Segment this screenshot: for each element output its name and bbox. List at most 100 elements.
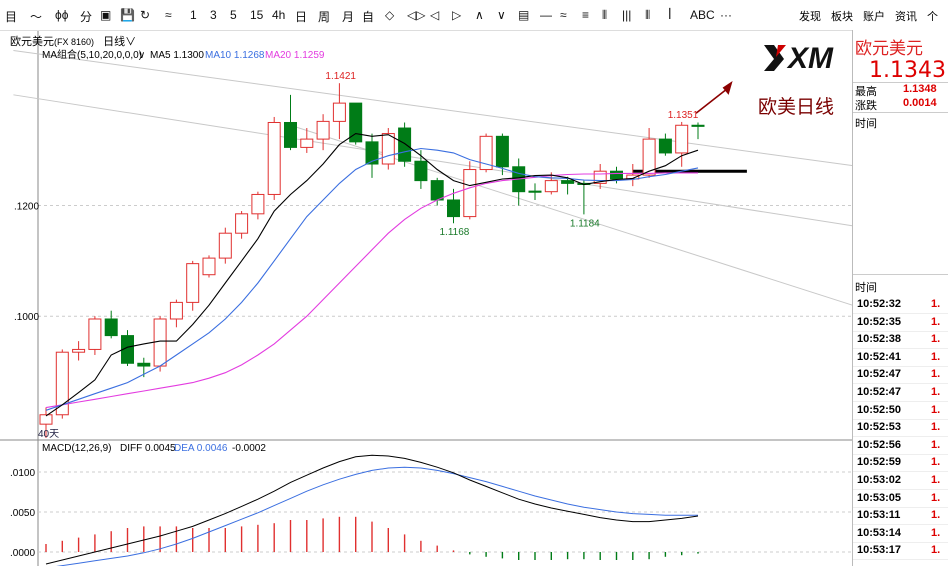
period-count-label: 40天 (38, 429, 59, 440)
candle-body (218, 232, 232, 259)
tick-time: 10:53:05 (857, 491, 902, 504)
tick-price: 1. (931, 438, 941, 451)
toolbar-button-27[interactable]: ⫴ (602, 8, 607, 23)
candle-body (544, 180, 558, 193)
toolbar-button-18[interactable]: ◁▷ (407, 8, 425, 22)
toolbar-button-25[interactable]: ≈ (560, 8, 567, 22)
candle-body (186, 263, 200, 303)
toolbar-button-19[interactable]: ◁ (430, 8, 439, 22)
macd-legend-item: MACD(12,26,9) (42, 443, 111, 454)
toolbar-button-4[interactable]: ▣ (100, 8, 111, 22)
tick-row: 10:52:35 1. (853, 314, 948, 332)
tick-row: 10:52:59 1. (853, 454, 948, 473)
toolbar-button-21[interactable]: ∧ (475, 8, 484, 22)
tick-time: 10:52:32 (857, 298, 902, 310)
daily-chart-label: 欧美日线 (758, 96, 835, 118)
toolbar-button-31[interactable]: ABC (690, 8, 715, 22)
tick-row: 10:52:47 1. (853, 366, 948, 385)
price-annotation: 1.1168 (440, 227, 470, 238)
price-annotation: 1.1184 (570, 218, 600, 229)
toolbar-button-5[interactable]: 💾 (120, 8, 135, 22)
price-annotation: 1.1421 (325, 71, 356, 82)
toolbar-button-24[interactable]: — (540, 8, 552, 22)
toolbar-button-13[interactable]: 日 (295, 8, 307, 25)
ma-legend-item: MA组合(5,10,20,0,0,0) (42, 48, 142, 61)
macd-legend-item: DIFF 0.0045 (120, 443, 176, 454)
toolbar-button-30[interactable]: ꟾ (668, 8, 672, 22)
toolbar-button-9[interactable]: 3 (210, 8, 217, 22)
tick-price: 1. (931, 421, 941, 434)
toolbar-button-3[interactable]: 分 (80, 8, 92, 25)
price-chart[interactable]: .1200.1000.0100.0050.00001.14211.11681.1… (0, 0, 948, 566)
tick-price: 1. (931, 491, 941, 504)
toolbar-button-7[interactable]: ≈ (165, 8, 172, 22)
toolbar-button-16[interactable]: 自 (362, 8, 374, 25)
tick-time: 10:53:17 (857, 544, 902, 557)
tick-price: 1. (931, 526, 941, 539)
candle-body (691, 124, 705, 127)
tick-price: 1. (931, 509, 941, 522)
tick-time: 10:52:38 (857, 333, 902, 346)
toolbar-button-28[interactable]: ||| (622, 8, 631, 22)
toolbar-button-14[interactable]: 周 (318, 8, 330, 25)
period-select[interactable]: 日线∨ (103, 36, 136, 48)
change-label: 涨跌 (855, 100, 877, 112)
candle-body (414, 160, 428, 182)
tick-time: 10:52:56 (857, 438, 902, 451)
toolbar-button-17[interactable]: ◇ (385, 8, 394, 22)
symbol-name[interactable]: 欧元美元 (10, 36, 54, 48)
tick-row: 10:52:38 1. (853, 331, 948, 350)
high-value: 1.1348 (903, 83, 937, 95)
toolbar-button-20[interactable]: ▷ (452, 8, 461, 22)
nav-0[interactable]: 发现 (799, 11, 821, 23)
tick-row: 10:53:02 1. (853, 472, 948, 490)
tick-price: 1. (931, 350, 941, 363)
tick-time: 10:52:59 (857, 456, 902, 469)
time-header: 时间 (855, 118, 877, 130)
macd-y-tick-label: .0100 (10, 468, 35, 479)
quote-symbol-name: 欧元美元 (855, 39, 923, 59)
toolbar-button-26[interactable]: ≡ (582, 8, 589, 22)
candle-body (495, 135, 509, 168)
tick-row: 10:52:56 1. (853, 437, 948, 455)
tick-row: 10:53:05 1. (853, 490, 948, 508)
candle-body (381, 133, 395, 165)
tick-row: 10:52:47 1. (853, 384, 948, 402)
candle-body (447, 199, 460, 218)
candle-body (561, 180, 575, 184)
toolbar-button-10[interactable]: 5 (230, 8, 237, 22)
nav-1[interactable]: 板块 (831, 11, 853, 23)
toolbar-button-12[interactable]: 4h (272, 8, 285, 22)
candle-body (316, 120, 330, 140)
candle-body (251, 193, 265, 215)
toolbar-button-11[interactable]: 15 (250, 8, 263, 22)
toolbar-button-22[interactable]: ∨ (497, 8, 506, 22)
tick-row: 10:53:11 1. (853, 507, 948, 526)
toolbar-button-1[interactable]: 〜 (30, 8, 42, 25)
nav-3[interactable]: 资讯 (895, 11, 917, 23)
quote-panel: 欧元美元 1.1343 最高 1.1348 涨跌 0.0014 时间 时间 10… (852, 30, 948, 566)
tick-price: 1. (931, 315, 941, 328)
xm-logo: XM (758, 37, 842, 75)
nav-2[interactable]: 账户 (863, 11, 885, 23)
tick-time: 10:52:50 (857, 403, 902, 416)
tick-row: 10:52:41 1. (853, 349, 948, 367)
toolbar-button-8[interactable]: 1 (190, 8, 197, 22)
toolbar-button-0[interactable]: 目 (5, 8, 17, 25)
tick-price: 1. (931, 298, 941, 310)
toolbar-button-2[interactable]: ϕϕ (55, 8, 68, 22)
toolbar-button-29[interactable]: ⦀ (645, 8, 650, 23)
nav-4[interactable]: 个 (927, 11, 938, 23)
toolbar-button-32[interactable]: ··· (720, 8, 732, 22)
toolbar-button-23[interactable]: ▤ (518, 8, 529, 22)
candle-body (39, 414, 53, 425)
tick-row: 10:53:14 1. (853, 525, 948, 543)
ma-legend-item: MA5 1.1300 (150, 50, 204, 61)
logo-text: XM (786, 42, 834, 75)
tick-row: 10:52:50 1. (853, 402, 948, 420)
candle-body (675, 124, 689, 154)
candle-body (430, 180, 444, 201)
toolbar-button-6[interactable]: ↻ (140, 8, 150, 22)
toolbar-button-15[interactable]: 月 (342, 8, 354, 25)
period-label: 日线 (103, 36, 126, 48)
